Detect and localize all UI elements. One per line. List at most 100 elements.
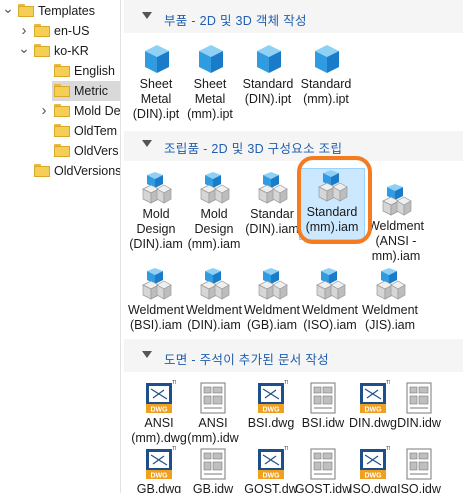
tree-item-label: Mold De bbox=[74, 104, 120, 118]
assembly-icon bbox=[240, 267, 304, 303]
template-item[interactable]: Standard (DIN).ipt bbox=[236, 41, 300, 107]
template-item-label: ISO.idw bbox=[397, 482, 441, 493]
section-title: 조립품 - 2D 및 3D 구성요소 조립 bbox=[164, 142, 343, 156]
dwg-icon: DWG TM bbox=[130, 446, 188, 482]
chevron-down-icon[interactable]: ⌄ bbox=[2, 1, 14, 15]
template-item-label: Mold Design (DIN).iam bbox=[129, 207, 183, 251]
template-item-label: Weldment (DIN).iam bbox=[185, 303, 243, 332]
assembly-icon bbox=[124, 171, 188, 207]
tree-item-label: OldVersions bbox=[54, 164, 120, 178]
tree-item[interactable]: OldTem bbox=[0, 121, 120, 141]
template-item[interactable]: ANSI (mm).idw bbox=[184, 380, 242, 446]
template-panel: 부품 - 2D 및 3D 객체 작성 Sheet Metal (DIN).ipt… bbox=[124, 0, 463, 493]
template-item-label: Sheet Metal (mm).ipt bbox=[187, 77, 233, 121]
template-item[interactable]: Weldment (JIS).iam bbox=[358, 267, 422, 333]
svg-text:TM: TM bbox=[284, 446, 288, 452]
svg-text:TM: TM bbox=[172, 380, 176, 386]
tree-item[interactable]: ⌄ Templates bbox=[0, 1, 120, 21]
chevron-down-icon[interactable]: ⌄ bbox=[18, 41, 30, 55]
part-cube-icon bbox=[236, 41, 300, 77]
tree-item[interactable]: English bbox=[0, 61, 120, 81]
folder-icon bbox=[34, 24, 50, 37]
folder-icon bbox=[34, 44, 50, 57]
assembly-icon bbox=[240, 171, 304, 207]
tree-item-label: Metric bbox=[74, 84, 109, 98]
section-title: 부품 - 2D 및 3D 객체 작성 bbox=[164, 14, 307, 28]
part-cube-icon bbox=[178, 41, 242, 77]
tree-item[interactable]: ⌄ ko-KR bbox=[0, 41, 120, 61]
tree-item-label: Templates bbox=[38, 4, 95, 18]
template-item-label: Standard (mm).ipt bbox=[300, 77, 352, 106]
template-item-label: GB.dwg bbox=[136, 482, 182, 493]
tree-item-label: ko-KR bbox=[54, 44, 89, 58]
svg-text:DWG: DWG bbox=[150, 407, 168, 414]
idw-icon bbox=[184, 380, 242, 416]
section-body-assemblies: Mold Design (DIN).iam Mold Design (mm).ia… bbox=[124, 161, 463, 339]
template-item[interactable]: ISO.idw bbox=[390, 446, 448, 493]
tree-item-label: OldVers bbox=[74, 144, 119, 158]
idw-icon bbox=[184, 446, 242, 482]
template-item[interactable]: Standard (mm).ipt bbox=[294, 41, 358, 107]
folder-icon bbox=[54, 64, 70, 77]
folder-icon bbox=[34, 164, 50, 177]
template-item-label: DIN.idw bbox=[397, 416, 441, 430]
svg-text:DWG: DWG bbox=[262, 407, 280, 414]
template-item-label: Standard (DIN).ipt bbox=[242, 77, 294, 106]
chevron-right-icon[interactable]: › bbox=[18, 23, 30, 38]
template-item-label: ANSI (mm).dwg bbox=[131, 416, 187, 445]
template-item[interactable]: DWG TM GOST.dwg bbox=[242, 446, 300, 493]
section-header-assemblies[interactable]: 조립품 - 2D 및 3D 구성요소 조립 bbox=[124, 131, 463, 161]
folder-icon bbox=[54, 84, 70, 97]
folder-tree: ⌄ Templates › en-US ⌄ ko-KR English Metric › Mold… bbox=[0, 0, 120, 493]
collapse-chevron-icon[interactable] bbox=[142, 12, 152, 19]
dwg-icon: DWG TM bbox=[242, 380, 300, 416]
template-item-label: BSI.dwg bbox=[247, 416, 295, 430]
tree-item[interactable]: OldVers bbox=[0, 141, 120, 161]
tree-item[interactable]: Metric bbox=[52, 81, 120, 101]
tree-item-label: English bbox=[74, 64, 115, 78]
svg-text:DWG: DWG bbox=[262, 473, 280, 480]
template-item-label: Weldment (GB).iam bbox=[243, 303, 301, 332]
template-item-label: Weldment (JIS).iam bbox=[361, 303, 419, 332]
tree-item[interactable]: › Mold De bbox=[0, 101, 121, 121]
idw-icon bbox=[390, 380, 448, 416]
idw-icon bbox=[390, 446, 448, 482]
template-item-label: Mold Design (mm).iam bbox=[187, 207, 241, 251]
template-item[interactable]: Weldment (DIN).iam bbox=[182, 267, 246, 333]
chevron-right-icon[interactable]: › bbox=[38, 103, 50, 118]
template-item[interactable]: DWG TM BSI.dwg bbox=[242, 380, 300, 431]
svg-text:DWG: DWG bbox=[364, 407, 382, 414]
template-item-label: Standar (DIN).iam bbox=[245, 207, 299, 236]
template-item-label: Weldment (ISO).iam bbox=[301, 303, 359, 332]
svg-text:DWG: DWG bbox=[150, 473, 168, 480]
template-item[interactable]: DIN.idw bbox=[390, 380, 448, 431]
template-item[interactable]: DWG TM ANSI (mm).dwg bbox=[130, 380, 188, 446]
tree-item[interactable]: OldVersions bbox=[0, 161, 120, 181]
template-item[interactable]: Weldment (GB).iam bbox=[240, 267, 304, 333]
template-item[interactable]: Standar (DIN).iam bbox=[240, 171, 304, 237]
folder-icon bbox=[54, 144, 70, 157]
collapse-chevron-icon[interactable] bbox=[142, 351, 152, 358]
template-item[interactable]: Sheet Metal (mm).ipt bbox=[178, 41, 242, 122]
template-item[interactable]: DWG TM GB.dwg bbox=[130, 446, 188, 493]
template-item[interactable]: Mold Design (mm).iam bbox=[182, 171, 246, 252]
template-item[interactable]: Mold Design (DIN).iam bbox=[124, 171, 188, 252]
section-header-drawings[interactable]: 도면 - 주석이 추가된 문서 작성 bbox=[124, 342, 463, 372]
collapse-chevron-icon[interactable] bbox=[142, 140, 152, 147]
template-item[interactable]: Weldment (ANSI - mm).iam bbox=[364, 183, 428, 264]
template-item-label: Standard (mm).iam bbox=[305, 205, 359, 234]
template-item[interactable]: Weldment (BSI).iam bbox=[124, 267, 188, 333]
template-item[interactable]: Standard (mm).iam bbox=[299, 168, 365, 240]
assembly-icon bbox=[298, 267, 362, 303]
template-item[interactable]: Weldment (ISO).iam bbox=[298, 267, 362, 333]
template-item[interactable]: GB.idw bbox=[184, 446, 242, 493]
folder-icon bbox=[18, 4, 34, 17]
template-item-label: Weldment (BSI).iam bbox=[127, 303, 185, 332]
tree-item[interactable]: › en-US bbox=[0, 21, 120, 41]
tree-item-label: en-US bbox=[54, 24, 90, 38]
svg-text:TM: TM bbox=[284, 380, 288, 386]
assembly-icon bbox=[182, 267, 246, 303]
pane-divider[interactable] bbox=[120, 0, 121, 493]
section-header-parts[interactable]: 부품 - 2D 및 3D 객체 작성 bbox=[124, 3, 463, 33]
dwg-icon: DWG TM bbox=[130, 380, 188, 416]
